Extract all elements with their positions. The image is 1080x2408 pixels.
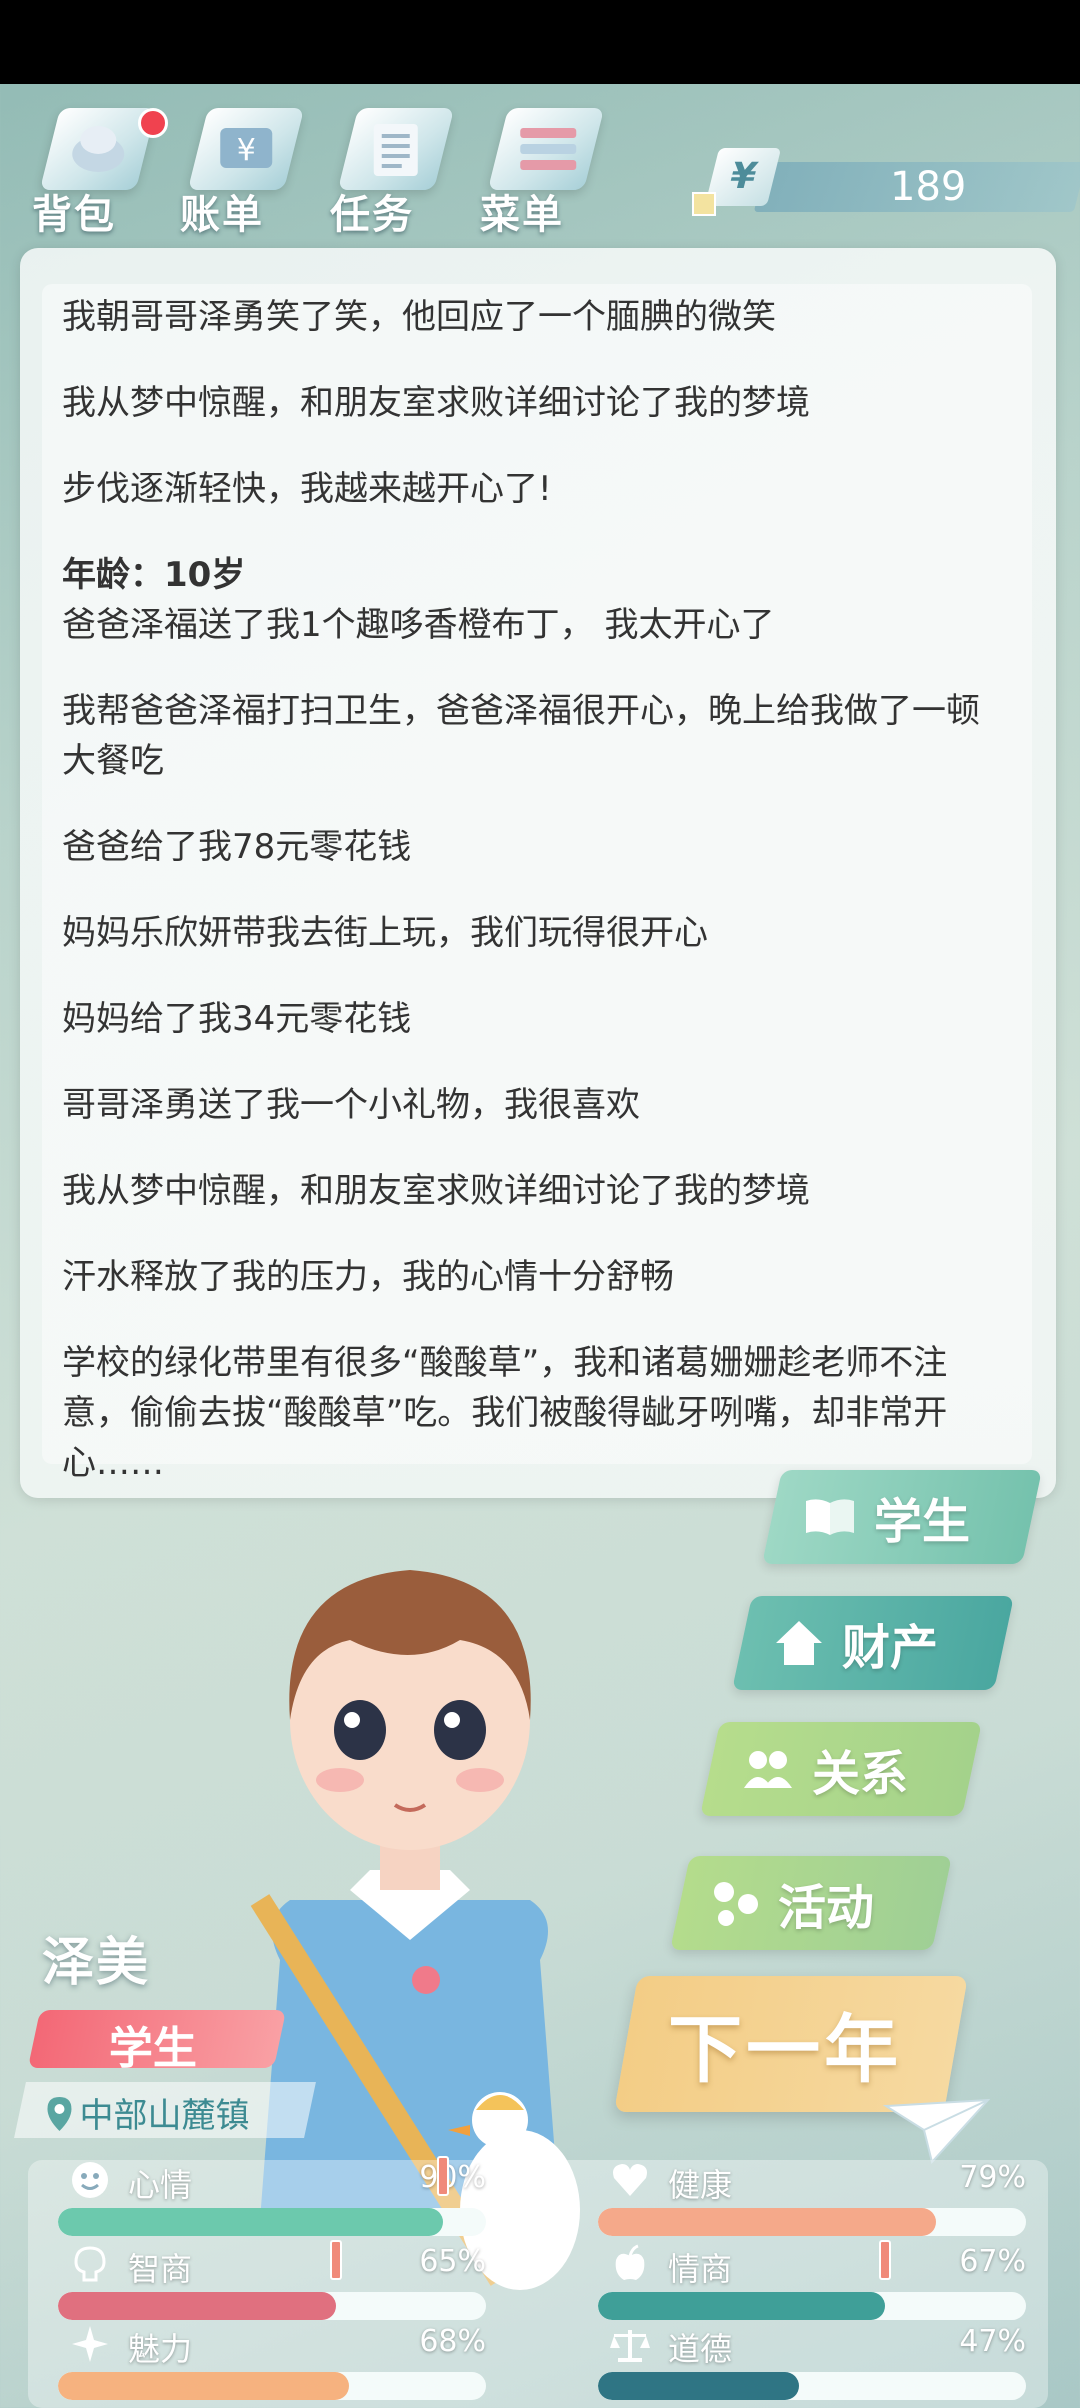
money-value: 189: [890, 164, 967, 210]
stat-percent: 65%: [419, 2244, 486, 2279]
stats-panel: 心情 90% 健康 79% 智商 65% 情商 67% 魅力 68% 道德 47…: [28, 2156, 1048, 2408]
backpack-button[interactable]: 背包: [20, 94, 168, 238]
log-entry: 爸爸泽福送了我1个趣哆香橙布丁， 我太开心了: [62, 605, 775, 645]
log-entry: 我朝哥哥泽勇笑了笑，他回应了一个腼腆的微笑: [62, 297, 776, 337]
log-entry: 学校的绿化带里有很多“酸酸草”，我和诸葛姗姗趁老师不注意，偷偷去拔“酸酸草”吃。…: [62, 1343, 948, 1483]
location-tag: 中部山麓镇: [14, 2082, 316, 2138]
bill-label: 账单: [180, 192, 264, 238]
book-icon: [806, 1499, 854, 1535]
stat-label: 魅力: [128, 2330, 193, 2368]
paper-plane-icon: [882, 2098, 991, 2165]
scales-icon: [610, 2330, 650, 2362]
backpack-label: 背包: [32, 192, 116, 238]
stat-percent: 90%: [419, 2160, 486, 2195]
stat-charm: 魅力 68%: [58, 2324, 486, 2404]
stat-bar-fill: [58, 2372, 350, 2400]
relation-label: 关系: [812, 1746, 909, 1802]
stat-percent: 79%: [959, 2160, 1026, 2195]
log-entry: 我帮爸爸泽福打扫卫生，爸爸泽福很开心，晚上给我做了一顿大餐吃: [62, 691, 980, 781]
relation-button[interactable]: 关系: [700, 1722, 982, 1816]
stat-marker: [437, 2156, 450, 2196]
character-name: 泽美: [42, 1933, 151, 1993]
stat-health: 健康 79%: [598, 2160, 1026, 2240]
smile-icon: [72, 2162, 108, 2198]
property-label: 财产: [842, 1620, 939, 1676]
task-label: 任务: [330, 192, 414, 238]
stat-iq: 智商 65%: [58, 2240, 486, 2324]
activity-label: 活动: [778, 1880, 875, 1936]
stat-bar: [58, 2292, 486, 2320]
next-year-label: 下一年: [668, 2007, 903, 2093]
top-toolbar: 背包 ¥ 账单 任务 菜单 ¥ 189: [0, 84, 1080, 244]
sparkle-icon: [72, 2326, 108, 2362]
task-icon: [337, 108, 455, 190]
stat-label: 心情: [128, 2166, 193, 2204]
stat-mood: 心情 90%: [58, 2156, 486, 2240]
role-badge: 学生: [27, 2010, 287, 2074]
brain-icon: [74, 2246, 106, 2282]
stat-percent: 68%: [419, 2324, 486, 2359]
stat-marker: [878, 2240, 891, 2280]
activity-button[interactable]: 活动: [670, 1856, 952, 1950]
log-entry: 汗水释放了我的压力，我的心情十分舒畅: [62, 1257, 674, 1297]
bill-icon: ¥: [187, 108, 305, 190]
apple-icon: [615, 2244, 645, 2280]
money-badge: [692, 192, 716, 216]
location-pin-icon: [47, 2097, 72, 2131]
money-display: ¥ 189: [690, 148, 1080, 218]
property-button[interactable]: 财产: [732, 1596, 1014, 1690]
event-log: 我朝哥哥泽勇笑了笑，他回应了一个腼腆的微笑 我从梦中惊醒，和朋友室求败详细讨论了…: [62, 292, 1002, 1524]
role-label: 学生: [108, 2023, 197, 2074]
stat-bar: [598, 2372, 1026, 2400]
molecule-icon: [714, 1882, 758, 1926]
log-entry: 哥哥泽勇送了我一个小礼物，我很喜欢: [62, 1085, 640, 1125]
stat-bar-fill: [598, 2208, 937, 2236]
stat-bar: [58, 2372, 486, 2400]
student-label: 学生: [874, 1494, 971, 1550]
age-heading: 年龄：10岁: [62, 555, 246, 595]
log-entry: 步伐逐渐轻快，我越来越开心了!: [62, 469, 552, 509]
stat-morality: 道德 47%: [598, 2324, 1026, 2404]
stat-marker: [330, 2240, 343, 2280]
stat-bar: [58, 2208, 486, 2236]
notification-dot: [138, 108, 168, 138]
menu-label: 菜单: [480, 192, 564, 238]
status-bar: [0, 0, 1080, 84]
stat-bar-fill: [58, 2292, 337, 2320]
stat-eq: 情商 67%: [598, 2240, 1026, 2324]
stat-bar-fill: [598, 2372, 800, 2400]
student-button[interactable]: 学生: [762, 1470, 1042, 1564]
svg-text:¥: ¥: [237, 133, 256, 168]
location-label: 中部山麓镇: [79, 2096, 250, 2136]
stat-label: 智商: [128, 2250, 193, 2288]
log-entry: 爸爸给了我78元零花钱: [62, 827, 412, 867]
menu-icon: [487, 108, 605, 190]
stat-percent: 67%: [959, 2244, 1026, 2279]
stat-bar: [598, 2292, 1026, 2320]
bill-button[interactable]: ¥ 账单: [168, 94, 308, 238]
log-entry: 我从梦中惊醒，和朋友室求败详细讨论了我的梦境: [62, 1171, 810, 1211]
stat-percent: 47%: [959, 2324, 1026, 2359]
menu-button[interactable]: 菜单: [468, 94, 608, 238]
task-button[interactable]: 任务: [318, 94, 458, 238]
stat-label: 情商: [668, 2250, 733, 2288]
people-icon: [744, 1751, 792, 1788]
stat-label: 道德: [668, 2330, 733, 2368]
stat-label: 健康: [668, 2166, 733, 2204]
stat-bar-fill: [58, 2208, 444, 2236]
house-icon: [776, 1621, 822, 1665]
log-entry: 妈妈给了我34元零花钱: [62, 999, 412, 1039]
log-entry: 妈妈乐欣妍带我去街上玩，我们玩得很开心: [62, 913, 708, 953]
stat-bar-fill: [598, 2292, 885, 2320]
log-entry: 我从梦中惊醒，和朋友室求败详细讨论了我的梦境: [62, 383, 810, 423]
heart-icon: [613, 2164, 647, 2196]
stat-bar: [598, 2208, 1026, 2236]
